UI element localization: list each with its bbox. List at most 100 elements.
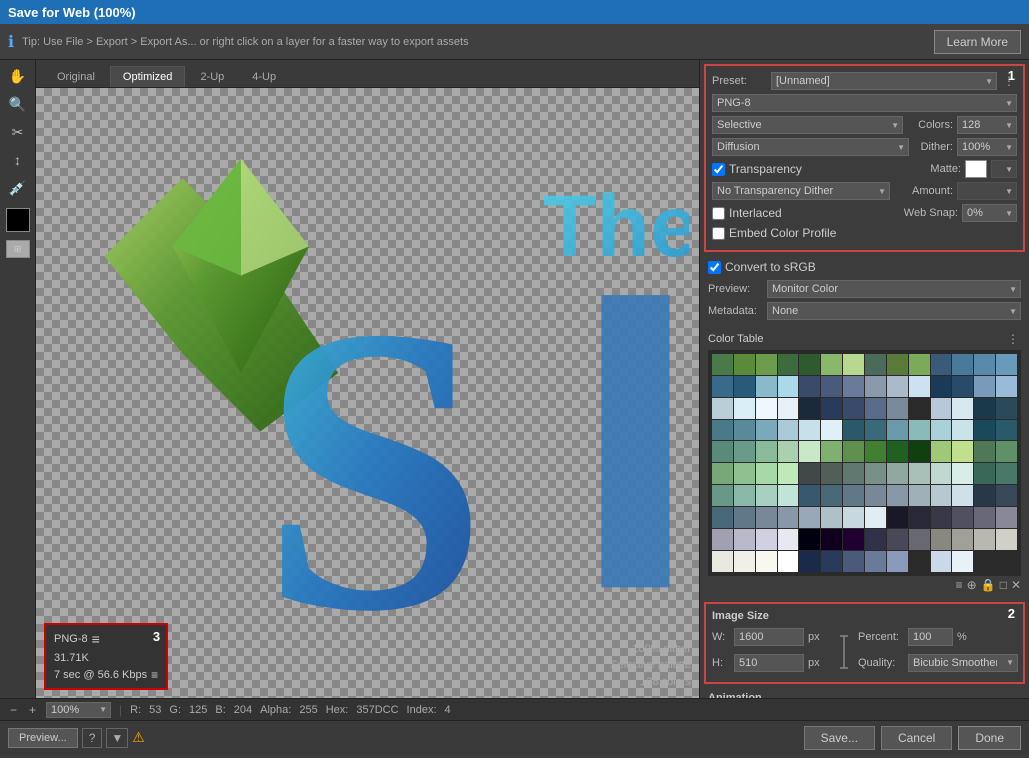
color-cell[interactable] xyxy=(996,441,1017,462)
color-cell[interactable] xyxy=(799,354,820,375)
color-cell[interactable] xyxy=(734,485,755,506)
color-cell[interactable] xyxy=(756,485,777,506)
height-input[interactable] xyxy=(734,654,804,672)
color-cell[interactable] xyxy=(756,376,777,397)
color-cell[interactable] xyxy=(996,398,1017,419)
color-cell[interactable] xyxy=(887,529,908,550)
metadata-select-wrapper[interactable]: None xyxy=(767,302,1021,320)
help-dropdown-button[interactable]: ▼ xyxy=(106,728,128,748)
color-cell[interactable] xyxy=(909,354,930,375)
color-cell[interactable] xyxy=(996,420,1017,441)
color-cell[interactable] xyxy=(734,551,755,572)
color-cell[interactable] xyxy=(887,420,908,441)
color-cell[interactable] xyxy=(974,376,995,397)
quality-select[interactable]: Bicubic Smoother xyxy=(908,654,1018,672)
color-cell[interactable] xyxy=(931,398,952,419)
color-cell[interactable] xyxy=(799,398,820,419)
color-cell[interactable] xyxy=(756,463,777,484)
color-cell[interactable] xyxy=(799,485,820,506)
color-cell[interactable] xyxy=(821,463,842,484)
color-cell[interactable] xyxy=(712,463,733,484)
color-cell[interactable] xyxy=(756,551,777,572)
color-cell[interactable] xyxy=(931,551,952,572)
color-cell[interactable] xyxy=(756,507,777,528)
color-cell[interactable] xyxy=(712,441,733,462)
color-cell[interactable] xyxy=(952,398,973,419)
color-cell[interactable] xyxy=(778,354,799,375)
ct-tool-3[interactable]: 🔒 xyxy=(981,578,996,592)
color-cell[interactable] xyxy=(778,376,799,397)
eyedropper-tool[interactable]: 💉 xyxy=(6,176,30,200)
color-cell[interactable] xyxy=(821,551,842,572)
color-cell[interactable] xyxy=(734,354,755,375)
color-cell[interactable] xyxy=(865,354,886,375)
color-cell[interactable] xyxy=(778,441,799,462)
transparency-checkbox[interactable] xyxy=(712,163,725,176)
color-cell[interactable] xyxy=(952,507,973,528)
color-cell[interactable] xyxy=(778,485,799,506)
websnap-wrapper[interactable]: 0% xyxy=(962,204,1017,222)
dither-method-wrapper[interactable]: Diffusion xyxy=(712,138,909,156)
color-cell[interactable] xyxy=(821,529,842,550)
color-cell[interactable] xyxy=(996,529,1017,550)
color-cell[interactable] xyxy=(974,463,995,484)
color-cell[interactable] xyxy=(865,485,886,506)
color-cell[interactable] xyxy=(799,441,820,462)
color-cell[interactable] xyxy=(909,485,930,506)
color-cell[interactable] xyxy=(931,463,952,484)
color-cell[interactable] xyxy=(974,420,995,441)
tab-original[interactable]: Original xyxy=(44,66,108,87)
color-cell[interactable] xyxy=(974,441,995,462)
colors-select-wrapper[interactable]: 128 xyxy=(957,116,1017,134)
color-cell[interactable] xyxy=(931,529,952,550)
color-cell[interactable] xyxy=(821,441,842,462)
preview-button[interactable]: Preview... xyxy=(8,728,78,748)
transparency-dither-select[interactable]: No Transparency Dither xyxy=(712,182,890,200)
color-cell[interactable] xyxy=(734,420,755,441)
help-button[interactable]: ? xyxy=(82,728,103,748)
ct-tool-4[interactable]: □ xyxy=(1000,578,1007,592)
color-cell[interactable] xyxy=(843,551,864,572)
color-cell[interactable] xyxy=(843,354,864,375)
websnap-select[interactable]: 0% xyxy=(962,204,1017,222)
dither-value-select[interactable]: 100% xyxy=(957,138,1017,156)
color-cell[interactable] xyxy=(843,529,864,550)
color-cell[interactable] xyxy=(734,529,755,550)
color-cell[interactable] xyxy=(756,441,777,462)
color-cell[interactable] xyxy=(931,420,952,441)
metadata-select[interactable]: None xyxy=(767,302,1021,320)
color-cell[interactable] xyxy=(931,485,952,506)
learn-more-button[interactable]: Learn More xyxy=(934,30,1021,54)
color-cell[interactable] xyxy=(734,441,755,462)
color-table-menu[interactable]: ⋮ xyxy=(1005,330,1021,348)
color-cell[interactable] xyxy=(756,529,777,550)
reduction-select-wrapper[interactable]: Selective xyxy=(712,116,903,134)
color-cell[interactable] xyxy=(887,551,908,572)
preview-select[interactable]: Monitor Color xyxy=(767,280,1021,298)
done-button[interactable]: Done xyxy=(958,726,1021,750)
format-select-wrapper[interactable]: PNG-8 xyxy=(712,94,1017,112)
color-cell[interactable] xyxy=(712,398,733,419)
color-cell[interactable] xyxy=(712,420,733,441)
reduction-select[interactable]: Selective xyxy=(712,116,903,134)
color-cell[interactable] xyxy=(952,463,973,484)
color-cell[interactable] xyxy=(778,398,799,419)
color-cell[interactable] xyxy=(821,420,842,441)
color-cell[interactable] xyxy=(974,507,995,528)
color-cell[interactable] xyxy=(843,420,864,441)
tab-4up[interactable]: 4-Up xyxy=(239,66,289,87)
color-cell[interactable] xyxy=(843,463,864,484)
color-cell[interactable] xyxy=(778,551,799,572)
hand-tool[interactable]: ✋ xyxy=(6,64,30,88)
color-cell[interactable] xyxy=(843,507,864,528)
save-button[interactable]: Save... xyxy=(804,726,875,750)
dither-value-wrapper[interactable]: 100% xyxy=(957,138,1017,156)
dither-method-select[interactable]: Diffusion xyxy=(712,138,909,156)
color-cell[interactable] xyxy=(952,354,973,375)
color-cell[interactable] xyxy=(865,420,886,441)
color-cell[interactable] xyxy=(909,398,930,419)
color-cell[interactable] xyxy=(931,354,952,375)
zoom-plus-button[interactable]: + xyxy=(27,701,38,719)
color-cell[interactable] xyxy=(974,354,995,375)
color-cell[interactable] xyxy=(843,441,864,462)
